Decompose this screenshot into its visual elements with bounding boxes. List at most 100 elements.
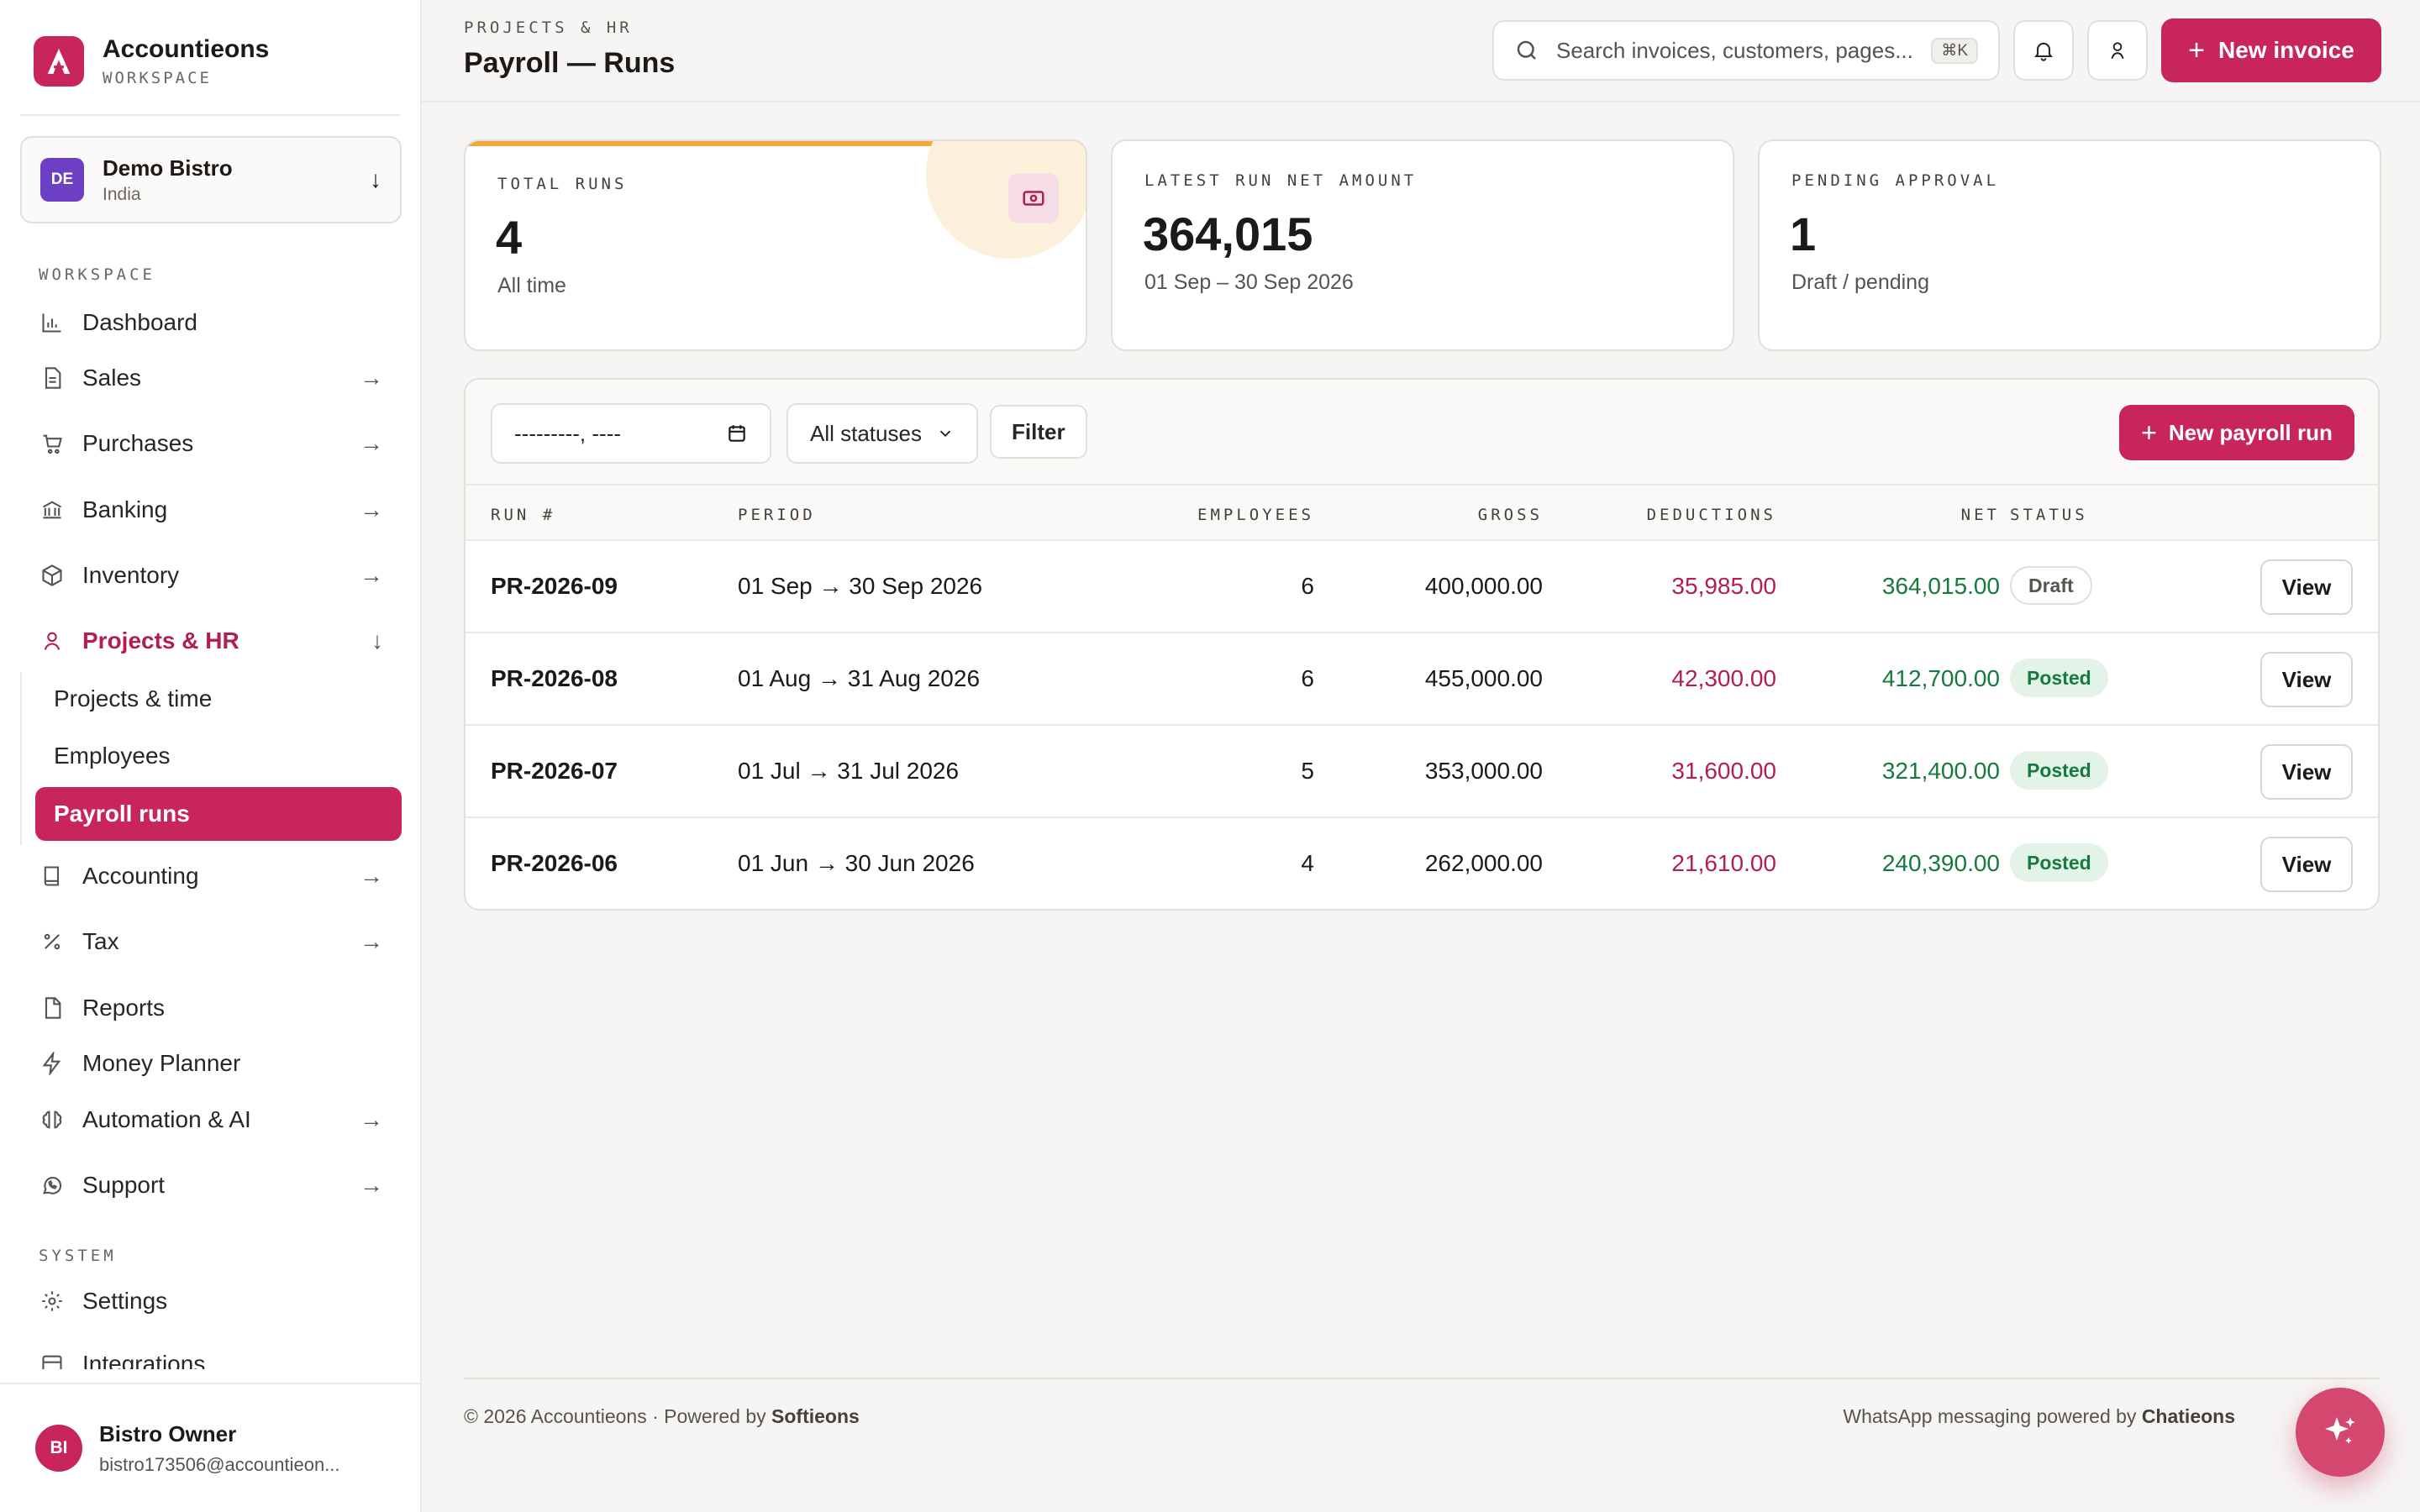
status-select[interactable]: All statuses xyxy=(786,403,978,464)
stat-note: 01 Sep – 30 Sep 2026 xyxy=(1144,270,1354,294)
plus-icon: + xyxy=(2188,34,2205,66)
file-icon xyxy=(39,995,66,1021)
sidebar-item-label: Accounting xyxy=(82,863,199,889)
sparkle-icon xyxy=(2320,1412,2360,1452)
cell-employees: 4 xyxy=(1301,850,1314,876)
sidebar-item-label: Support xyxy=(82,1172,166,1198)
month-picker[interactable]: ---------, ---- xyxy=(491,403,771,464)
brand[interactable]: Accountieons WORKSPACE xyxy=(34,35,269,87)
stat-card-total-runs: TOTAL RUNS 4 All time xyxy=(464,139,1087,351)
sidebar-scroll-clip: Integrations xyxy=(0,1336,420,1369)
table-row[interactable]: PR-2026-07 01 Jul → 31 Jul 2026 5 353,000.0… xyxy=(466,726,2378,818)
calendar-icon xyxy=(726,423,748,444)
sidebar-divider xyxy=(20,114,400,116)
cash-icon xyxy=(1008,173,1059,223)
table-header: RUN # PERIOD EMPLOYEES GROSS DEDUCTIONS NET ST… xyxy=(466,486,2378,541)
sidebar-item-money-planner[interactable]: Money Planner xyxy=(20,1037,402,1090)
sidebar-item-label: Dashboard xyxy=(82,309,197,335)
user-email: bistro173506@accountieon... xyxy=(99,1453,340,1475)
table-row[interactable]: PR-2026-09 01 Sep → 30 Sep 2026 6 400,000.0… xyxy=(466,541,2378,633)
sidebar-item-support[interactable]: Support → xyxy=(20,1158,402,1212)
plus-icon: + xyxy=(2141,417,2157,448)
cell-net: 240,390.00 xyxy=(1881,850,2000,876)
sidebar-item-automation-ai[interactable]: Automation & AI → xyxy=(20,1093,402,1147)
footer-whatsapp-text: WhatsApp messaging powered by xyxy=(1843,1405,2142,1427)
sidebar-item-inventory[interactable]: Inventory → xyxy=(20,549,402,602)
view-button[interactable]: View xyxy=(2260,837,2353,892)
ai-assistant-button[interactable] xyxy=(2296,1388,2385,1477)
column-header-deductions: DEDUCTIONS xyxy=(1646,506,1776,524)
submenu-rail xyxy=(20,672,22,845)
footer-whatsapp: WhatsApp messaging powered by Chatieons xyxy=(1843,1405,2235,1428)
stat-value: 364,015 xyxy=(1143,207,1313,260)
footer-softieons-link[interactable]: Softieons xyxy=(771,1405,860,1427)
footer-divider xyxy=(464,1378,2380,1379)
new-payroll-run-button[interactable]: + New payroll run xyxy=(2119,405,2354,460)
cell-employees: 6 xyxy=(1301,665,1314,691)
footer-chatieons-link[interactable]: Chatieons xyxy=(2142,1405,2235,1427)
sidebar-subitem-employees[interactable]: Employees xyxy=(35,729,402,783)
sidebar-item-banking[interactable]: Banking → xyxy=(20,483,402,537)
sidebar-subitem-payroll-runs[interactable]: Payroll runs xyxy=(35,787,402,841)
org-switcher[interactable]: DE Demo Bistro India ↓ xyxy=(20,136,402,223)
user-profile[interactable]: BI Bistro Owner bistro173506@accountieon… xyxy=(0,1383,420,1512)
search-input[interactable] xyxy=(1556,37,1932,64)
stat-note: Draft / pending xyxy=(1791,270,1929,294)
cell-deductions: 21,610.00 xyxy=(1671,850,1776,876)
brand-logo-icon xyxy=(34,36,84,87)
cart-icon xyxy=(39,430,66,457)
org-avatar: DE xyxy=(40,158,84,202)
new-invoice-button[interactable]: + New invoice xyxy=(2161,18,2381,82)
sidebar-item-tax[interactable]: Tax → xyxy=(20,915,402,969)
new-invoice-label: New invoice xyxy=(2218,37,2354,63)
status-badge: Posted xyxy=(2010,751,2108,790)
sidebar-item-settings[interactable]: Settings xyxy=(20,1274,402,1328)
gear-icon xyxy=(39,1288,66,1315)
lightning-icon xyxy=(39,1050,66,1077)
view-button[interactable]: View xyxy=(2260,559,2353,615)
arrow-right-icon: → xyxy=(360,1172,383,1198)
cell-gross: 400,000.00 xyxy=(1424,573,1543,599)
stat-value: 1 xyxy=(1790,207,1817,260)
sidebar-item-accounting[interactable]: Accounting → xyxy=(20,849,402,903)
sidebar-item-sales[interactable]: Sales → xyxy=(20,351,402,405)
search-box[interactable]: ⌘K xyxy=(1492,20,2000,81)
column-header-net: NET xyxy=(1960,506,2000,524)
cell-run: PR-2026-08 xyxy=(491,665,618,691)
payroll-runs-panel: ---------, ---- All statuses Filter + Ne… xyxy=(464,378,2380,911)
cell-net: 364,015.00 xyxy=(1881,573,2000,599)
column-header-gross: GROSS xyxy=(1477,506,1543,524)
sidebar-subitem-projects-time[interactable]: Projects & time xyxy=(35,672,402,726)
sidebar: Accountieons WORKSPACE DE Demo Bistro In… xyxy=(0,0,422,1512)
arrow-right-icon: → xyxy=(360,430,383,456)
profile-button[interactable] xyxy=(2087,20,2148,81)
column-header-period: PERIOD xyxy=(738,506,816,524)
bank-icon xyxy=(39,496,66,523)
sidebar-item-reports[interactable]: Reports xyxy=(20,981,402,1035)
table-row[interactable]: PR-2026-08 01 Aug → 31 Aug 2026 6 455,000.0… xyxy=(466,633,2378,726)
sidebar-item-label: Tax xyxy=(82,928,119,954)
sidebar-item-projects-hr[interactable]: Projects & HR ↓ xyxy=(20,614,402,668)
sidebar-item-purchases[interactable]: Purchases → xyxy=(20,417,402,470)
filter-button[interactable]: Filter xyxy=(990,405,1087,459)
sidebar-item-integrations[interactable]: Integrations xyxy=(20,1337,402,1369)
brand-workspace-label: WORKSPACE xyxy=(103,69,212,87)
org-country: India xyxy=(103,184,141,204)
person-icon xyxy=(2107,39,2128,61)
month-picker-value: ---------, ---- xyxy=(514,420,622,446)
view-button[interactable]: View xyxy=(2260,744,2353,800)
person-icon xyxy=(39,627,66,654)
sidebar-item-label: Sales xyxy=(82,365,142,391)
table-row[interactable]: PR-2026-06 01 Jun → 30 Jun 2026 4 262,000.0… xyxy=(466,818,2378,909)
arrow-right-icon: → xyxy=(360,365,383,391)
sidebar-item-label: Money Planner xyxy=(82,1050,241,1076)
document-icon xyxy=(39,365,66,391)
notifications-button[interactable] xyxy=(2013,20,2074,81)
stat-card-pending-approval: PENDING APPROVAL 1 Draft / pending xyxy=(1758,139,2381,351)
sidebar-item-dashboard[interactable]: Dashboard xyxy=(20,296,402,349)
arrow-right-icon: → xyxy=(360,496,383,522)
view-button[interactable]: View xyxy=(2260,652,2353,707)
brand-name: Accountieons xyxy=(103,35,270,63)
cell-employees: 5 xyxy=(1301,758,1314,784)
search-icon xyxy=(1514,38,1539,63)
